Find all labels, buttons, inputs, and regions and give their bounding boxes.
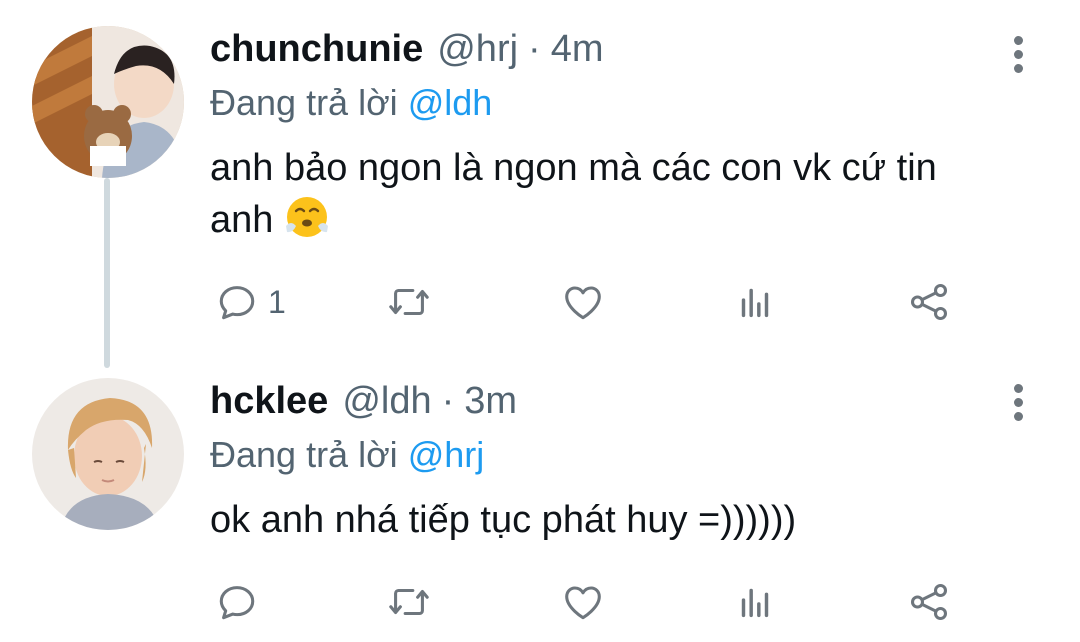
display-name[interactable]: chunchunie — [210, 28, 423, 71]
tweet[interactable]: hcklee @ldh · 3m Đang trả lời @hrj ok an… — [0, 360, 1080, 642]
mention-link[interactable]: @ldh — [408, 82, 493, 123]
tweet-text: ok anh nhá tiếp tục phát huy =)))))) — [210, 494, 990, 546]
like-button[interactable] — [560, 276, 606, 328]
avatar[interactable] — [32, 26, 184, 178]
retweet-icon — [389, 288, 429, 316]
tweet-actions: 1 — [210, 276, 970, 328]
replying-to: Đang trả lời @hrj — [210, 434, 990, 484]
replying-to-label: Đang trả lời — [210, 82, 398, 123]
like-icon — [565, 286, 601, 320]
tweet-header: hcklee @ldh · 3m — [210, 380, 990, 432]
more-options-icon — [1013, 383, 1023, 393]
tweet-content: hcklee @ldh · 3m Đang trả lời @hrj ok an… — [210, 380, 990, 546]
tweet-text: anh bảo ngon là ngon mà các con vk cứ ti… — [210, 142, 990, 246]
tweet-thread: chunchunie @hrj · 4m Đang trả lời @ldh a… — [0, 0, 1080, 642]
share-icon — [910, 283, 948, 321]
views-icon — [741, 288, 769, 318]
replying-to-label: Đang trả lời — [210, 434, 398, 475]
reply-button[interactable] — [214, 576, 268, 628]
avatar[interactable] — [32, 378, 184, 530]
retweet-button[interactable] — [386, 576, 432, 628]
like-icon — [565, 586, 601, 620]
tweet-text-content: ok anh nhá tiếp tục phát huy =)))))) — [210, 499, 797, 541]
timestamp[interactable]: 4m — [551, 28, 604, 71]
reply-icon — [219, 286, 255, 320]
tweet-content: chunchunie @hrj · 4m Đang trả lời @ldh a… — [210, 28, 990, 246]
separator: · — [441, 380, 455, 422]
face-with-steam-from-nose-icon — [284, 194, 330, 240]
reply-button[interactable]: 1 — [214, 276, 286, 328]
separator: · — [528, 28, 541, 70]
tweet[interactable]: chunchunie @hrj · 4m Đang trả lời @ldh a… — [0, 0, 1080, 360]
user-handle[interactable]: @ldh — [342, 380, 431, 423]
like-button[interactable] — [560, 576, 606, 628]
retweet-icon — [389, 588, 429, 616]
tweet-actions — [210, 576, 970, 628]
views-button[interactable] — [732, 576, 778, 628]
views-button[interactable] — [732, 276, 778, 328]
user-handle[interactable]: @hrj — [437, 28, 518, 71]
more-options-icon — [1013, 35, 1023, 45]
mention-link[interactable]: @hrj — [408, 434, 485, 475]
replying-to: Đang trả lời @ldh — [210, 82, 990, 132]
tweet-header: chunchunie @hrj · 4m — [210, 28, 990, 80]
more-options-button[interactable] — [1006, 24, 1030, 84]
share-button[interactable] — [906, 576, 952, 628]
reply-icon — [219, 586, 255, 620]
more-options-button[interactable] — [1006, 372, 1030, 432]
share-icon — [910, 583, 948, 621]
share-button[interactable] — [906, 276, 952, 328]
reply-count: 1 — [268, 283, 286, 320]
display-name[interactable]: hcklee — [210, 380, 328, 423]
views-icon — [741, 588, 769, 618]
retweet-button[interactable] — [386, 276, 432, 328]
timestamp[interactable]: 3m — [464, 380, 517, 423]
